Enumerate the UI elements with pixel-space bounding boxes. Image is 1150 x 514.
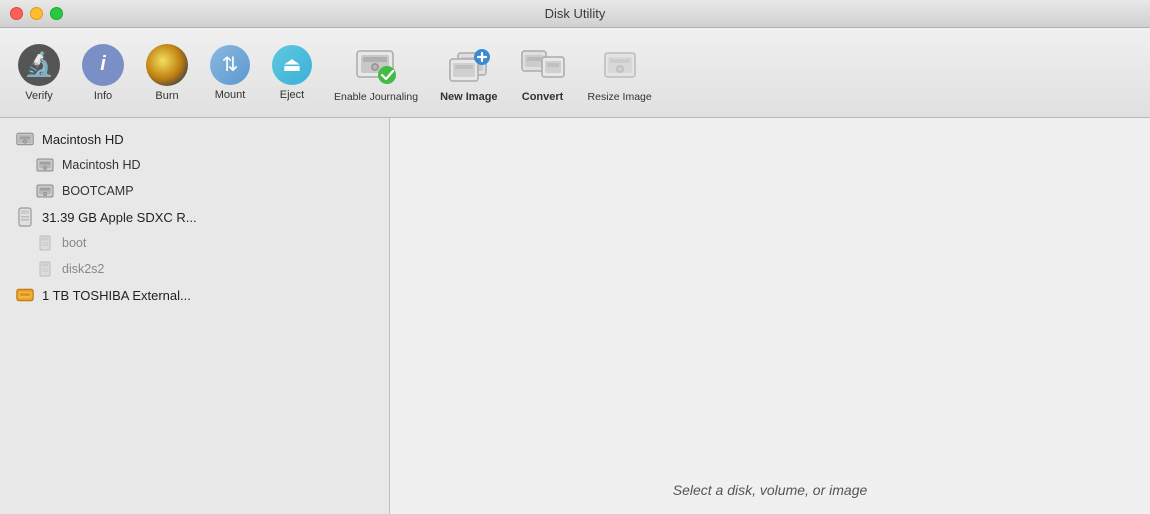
sidebar-item-boot[interactable]: boot <box>0 230 389 256</box>
mount-icon: ⇅ <box>210 45 250 85</box>
title-bar: Disk Utility <box>0 0 1150 28</box>
toolbar-new-image[interactable]: New Image <box>430 39 507 107</box>
window-title: Disk Utility <box>545 6 606 21</box>
disk2s2-icon <box>36 260 54 278</box>
detail-hint: Select a disk, volume, or image <box>673 482 868 498</box>
bootcamp-label: BOOTCAMP <box>62 184 134 198</box>
hd-disk-icon <box>16 130 34 148</box>
toolbar-info[interactable]: i Info <box>72 40 134 106</box>
convert-label: Convert <box>522 91 564 103</box>
toolbar: 🔬 Verify i Info Burn ⇅ Mount ⏏ Eject <box>0 28 1150 118</box>
sidebar-item-bootcamp[interactable]: BOOTCAMP <box>0 178 389 204</box>
minimize-button[interactable] <box>30 7 43 20</box>
toolbar-enable-journaling[interactable]: Enable Journaling <box>324 39 428 107</box>
boot-icon <box>36 234 54 252</box>
toshiba-icon <box>16 286 34 304</box>
macintosh-hd-vol-label: Macintosh HD <box>62 158 141 172</box>
window-controls <box>10 7 63 20</box>
toolbar-resize-image[interactable]: Resize Image <box>578 39 662 107</box>
new-image-label: New Image <box>440 91 497 103</box>
burn-label: Burn <box>155 90 178 102</box>
sidebar-item-disk2s2[interactable]: disk2s2 <box>0 256 389 282</box>
resize-image-label: Resize Image <box>588 91 652 103</box>
sidebar-item-sdxc[interactable]: 31.39 GB Apple SDXC R... <box>0 204 389 230</box>
enable-journaling-label: Enable Journaling <box>334 91 418 103</box>
new-image-icon <box>446 43 492 87</box>
sidebar-item-macintosh-hd-vol[interactable]: Macintosh HD <box>0 152 389 178</box>
mount-label: Mount <box>215 89 246 101</box>
toolbar-mount[interactable]: ⇅ Mount <box>200 41 260 105</box>
enable-journaling-icon <box>353 43 399 87</box>
boot-label: boot <box>62 236 86 250</box>
resize-image-icon <box>597 43 643 87</box>
close-button[interactable] <box>10 7 23 20</box>
convert-icon <box>520 43 566 87</box>
burn-icon <box>146 44 188 86</box>
toolbar-burn[interactable]: Burn <box>136 40 198 106</box>
eject-icon: ⏏ <box>272 45 312 85</box>
disk2s2-label: disk2s2 <box>62 262 104 276</box>
sdxc-label: 31.39 GB Apple SDXC R... <box>42 210 197 225</box>
toolbar-eject[interactable]: ⏏ Eject <box>262 41 322 105</box>
sidebar-item-macintosh-hd-disk[interactable]: Macintosh HD <box>0 126 389 152</box>
macintosh-hd-disk-label: Macintosh HD <box>42 132 124 147</box>
toolbar-verify[interactable]: 🔬 Verify <box>8 40 70 106</box>
main-content: Macintosh HD Macintosh HD <box>0 118 1150 514</box>
sdxc-icon <box>16 208 34 226</box>
sidebar: Macintosh HD Macintosh HD <box>0 118 390 514</box>
verify-icon: 🔬 <box>18 44 60 86</box>
toolbar-convert[interactable]: Convert <box>510 39 576 107</box>
detail-area: Select a disk, volume, or image <box>390 118 1150 514</box>
bootcamp-icon <box>36 182 54 200</box>
eject-label: Eject <box>280 89 304 101</box>
sidebar-item-toshiba[interactable]: 1 TB TOSHIBA External... <box>0 282 389 308</box>
verify-label: Verify <box>25 90 53 102</box>
info-label: Info <box>94 90 112 102</box>
hd-vol-icon <box>36 156 54 174</box>
maximize-button[interactable] <box>50 7 63 20</box>
toshiba-label: 1 TB TOSHIBA External... <box>42 288 191 303</box>
info-icon: i <box>82 44 124 86</box>
